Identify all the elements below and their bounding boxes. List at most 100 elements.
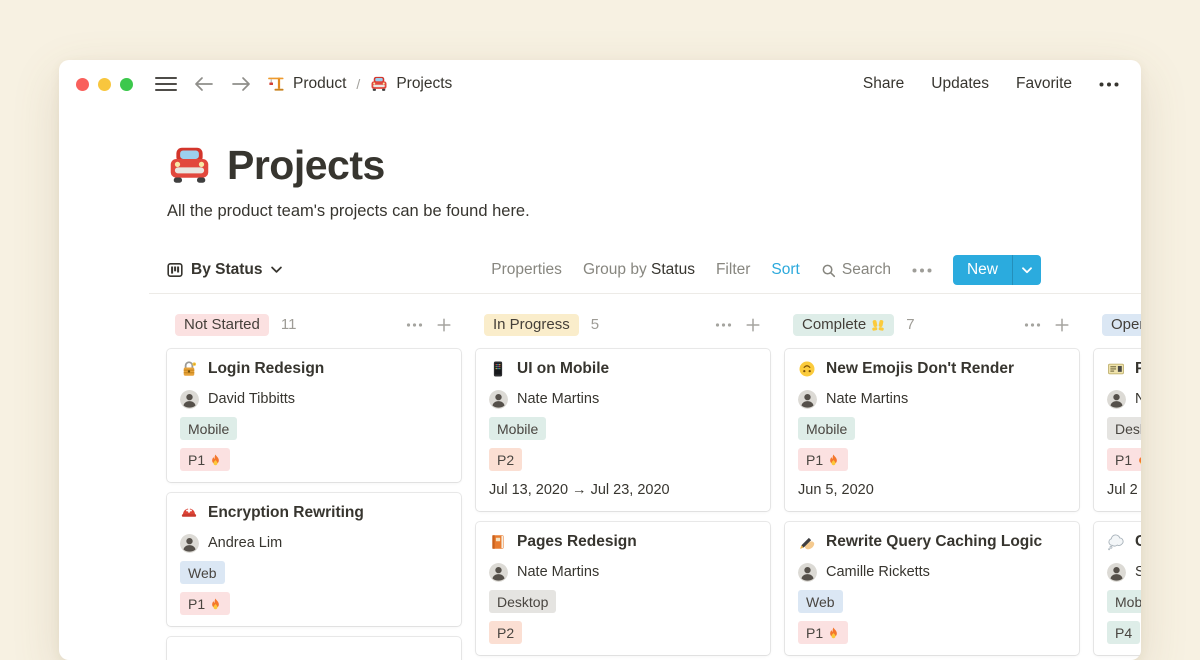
properties-button[interactable]: Properties: [491, 261, 562, 279]
share-button[interactable]: Share: [863, 75, 904, 93]
column-more-icon[interactable]: [405, 323, 424, 327]
new-button-dropdown[interactable]: [1012, 255, 1041, 285]
toolbar-more-icon[interactable]: [912, 268, 932, 273]
page-header: Projects All the product team's projects…: [167, 142, 1141, 221]
column-count: 11: [281, 316, 297, 333]
card-tag-row: Mobile: [798, 417, 1066, 440]
card[interactable]: Pages RedesignNate MartinsDesktopP2: [476, 522, 770, 655]
tag-label: P1: [1115, 450, 1132, 470]
tag-label: Mobile: [497, 419, 538, 439]
column-more-icon[interactable]: [1023, 323, 1042, 327]
lock-icon: [180, 360, 198, 378]
chevron-down-icon: [271, 266, 282, 274]
column-header: Complete7: [785, 313, 1079, 336]
card[interactable]: [167, 637, 461, 660]
tag-label: P1: [806, 623, 823, 643]
card-person: Nate Martins: [798, 390, 1066, 409]
column-status-badge: In Progress: [484, 314, 579, 336]
close-window-button[interactable]: [76, 78, 89, 91]
tag-mobile: Mobile: [1107, 590, 1141, 613]
board-column-0: Not Started 11 Login Redesign David Tibbitt…: [167, 313, 461, 660]
card[interactable]: Login RedesignDavid TibbittsMobileP1: [167, 349, 461, 482]
card[interactable]: UI on MobileNate MartinsMobileP2Jul 13, …: [476, 349, 770, 511]
car-icon: [370, 75, 388, 93]
column-status-label: Not Started: [184, 316, 260, 333]
column-status-label: Open: [1111, 316, 1141, 333]
card-title-row: Encryption Rewriting: [180, 503, 448, 523]
card-title-row: UI on Mobile: [489, 359, 757, 379]
upside-down-face-icon: [798, 360, 816, 378]
card-tag-row: P2: [489, 448, 757, 471]
card[interactable]: Rewrite Query Caching LogicCamille Ricke…: [785, 522, 1079, 655]
avatar: [798, 563, 817, 582]
tag-mobile: Mobile: [489, 417, 546, 440]
filter-button[interactable]: Filter: [716, 261, 750, 279]
page-title: Projects: [227, 142, 385, 189]
column-add-card-icon[interactable]: [1055, 318, 1069, 332]
card-date: Jul 2: [1107, 481, 1141, 500]
tag-mobile: Mobile: [798, 417, 855, 440]
favorite-button[interactable]: Favorite: [1016, 75, 1072, 93]
card-title-row: Login Redesign: [180, 359, 448, 379]
titlebar-more-icon[interactable]: [1099, 82, 1119, 87]
column-status-badge: Complete: [793, 314, 894, 336]
phone-icon: [489, 360, 507, 378]
breadcrumb-separator: /: [356, 76, 360, 92]
breadcrumb: Product / Projects: [267, 75, 452, 93]
card-tag-row: Mobile: [489, 417, 757, 440]
banknote-icon: [1107, 360, 1125, 378]
column-add-card-icon[interactable]: [746, 318, 760, 332]
board-column-2: Complete7 New Emojis Don't Render Nate Mar…: [785, 313, 1079, 660]
fire-icon: [209, 597, 222, 611]
group-by-button[interactable]: Group by Status: [583, 261, 695, 279]
tag-label: Web: [188, 563, 217, 583]
sort-button[interactable]: Sort: [771, 261, 799, 279]
card-tag-row: P4: [1107, 621, 1141, 644]
column-count: 5: [591, 316, 599, 333]
card-person: Camille Ricketts: [798, 563, 1066, 582]
breadcrumb-item-product[interactable]: Product: [267, 75, 346, 93]
tag-p2: P2: [489, 621, 522, 644]
person-name: S: [1135, 563, 1141, 582]
card-title: UI on Mobile: [517, 359, 609, 379]
person-name: Nate Martins: [517, 563, 599, 582]
avatar: [1107, 563, 1126, 582]
card-tag-row: P1: [798, 621, 1066, 644]
column-status-label: Complete: [802, 316, 866, 333]
person-name: David Tibbitts: [208, 390, 295, 409]
tag-label: P4: [1115, 623, 1132, 643]
tag-label: Desktop: [1115, 419, 1141, 439]
minimize-window-button[interactable]: [98, 78, 111, 91]
column-add-card-icon[interactable]: [437, 318, 451, 332]
card-title: Login Redesign: [208, 359, 324, 379]
fire-icon: [827, 453, 840, 467]
card[interactable]: Encryption Rewriting Andrea Lim Web P1: [167, 493, 461, 626]
card[interactable]: PNDesktopP1Jul 2: [1094, 349, 1141, 511]
new-button[interactable]: New: [953, 255, 1041, 285]
fire-icon: [827, 626, 840, 640]
tag-label: P1: [188, 450, 205, 470]
search-button[interactable]: Search: [821, 261, 891, 279]
card[interactable]: New Emojis Don't Render Nate Martins Mobil…: [785, 349, 1079, 511]
titlebar-actions: Share Updates Favorite: [863, 75, 1119, 93]
card-title-row: New Emojis Don't Render: [798, 359, 1066, 379]
avatar: [489, 563, 508, 582]
view-switcher[interactable]: By Status: [167, 261, 282, 279]
raised-hands-icon: [871, 318, 885, 332]
sidebar-menu-icon[interactable]: [155, 77, 177, 92]
person-name: Andrea Lim: [208, 534, 282, 553]
updates-button[interactable]: Updates: [931, 75, 989, 93]
board-column-1: In Progress 5 UI on Mobile Nate Martins Mobi…: [476, 313, 770, 660]
forward-arrow-icon[interactable]: [231, 76, 251, 92]
helmet-icon: [180, 504, 198, 522]
column-header-icons: [405, 318, 451, 332]
back-arrow-icon[interactable]: [194, 76, 214, 92]
card[interactable]: CSMobileP4: [1094, 522, 1141, 655]
column-more-icon[interactable]: [714, 323, 733, 327]
zoom-window-button[interactable]: [120, 78, 133, 91]
breadcrumb-item-projects[interactable]: Projects: [370, 75, 452, 93]
breadcrumb-label: Projects: [396, 75, 452, 93]
breadcrumb-label: Product: [293, 75, 346, 93]
card-tag-row: Desktop: [489, 590, 757, 613]
card-tag-row: P1: [180, 592, 448, 615]
